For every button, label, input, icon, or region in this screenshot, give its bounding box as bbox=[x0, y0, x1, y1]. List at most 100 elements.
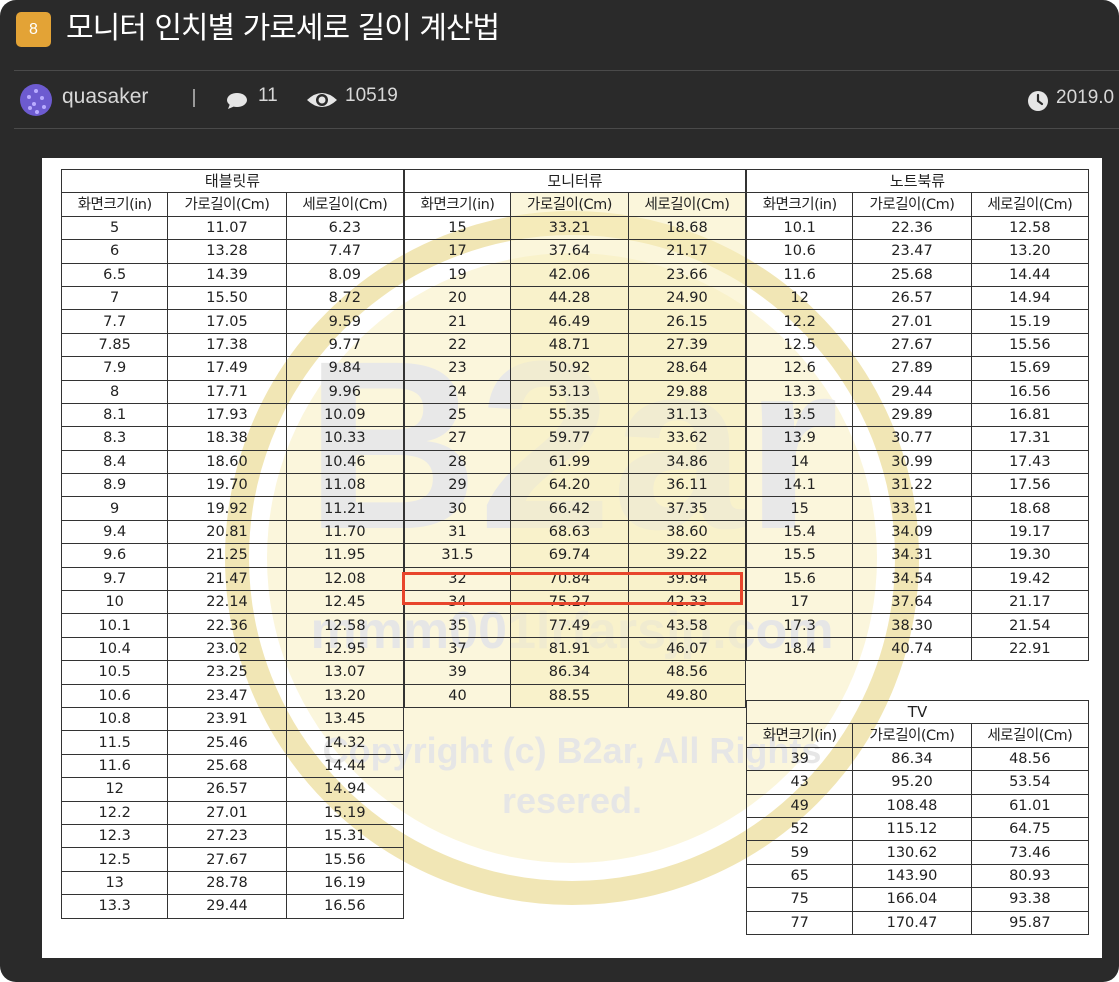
width-cm-cell: 59.77 bbox=[510, 426, 629, 451]
width-cm-cell: 27.01 bbox=[167, 800, 287, 825]
height-cm-cell: 19.30 bbox=[970, 543, 1090, 568]
table-row: 15 33.21 18.68 bbox=[404, 215, 747, 241]
screen-size-chart-image: B2ar mmm001lrfarsjp.com Copyright (c) B2… bbox=[42, 158, 1102, 958]
author-name[interactable]: quasaker bbox=[62, 85, 148, 109]
height-cm-cell: 48.56 bbox=[970, 746, 1090, 772]
table-row: 13.9 30.77 17.31 bbox=[745, 426, 1090, 451]
size-inch-cell: 14.1 bbox=[745, 473, 854, 498]
height-cm-cell: 15.31 bbox=[285, 823, 405, 849]
height-cm-cell: 28.64 bbox=[627, 356, 747, 381]
height-cm-cell: 15.69 bbox=[970, 356, 1090, 381]
size-inch-cell: 18.4 bbox=[745, 636, 854, 662]
height-cm-cell: 9.59 bbox=[285, 309, 405, 334]
size-inch-cell: 14 bbox=[745, 449, 854, 475]
size-inch-cell: 12.3 bbox=[60, 823, 169, 849]
table-row: 18.4 40.74 22.91 bbox=[745, 636, 1090, 662]
width-cm-cell: 44.28 bbox=[510, 285, 629, 311]
table-row: 6.5 14.39 8.09 bbox=[60, 262, 405, 287]
width-cm-cell: 20.81 bbox=[167, 519, 287, 545]
size-inch-cell: 11.6 bbox=[60, 753, 169, 779]
size-inch-cell: 21 bbox=[404, 309, 511, 334]
size-inch-cell: 8.1 bbox=[60, 402, 169, 428]
height-cm-cell: 93.38 bbox=[970, 887, 1090, 912]
width-cm-cell: 33.21 bbox=[510, 215, 629, 241]
width-cm-cell: 86.34 bbox=[852, 746, 972, 772]
width-cm-cell: 38.30 bbox=[852, 613, 972, 638]
post-title[interactable]: 모니터 인치별 가로세로 길이 계산법 bbox=[66, 8, 500, 50]
size-inch-cell: 13 bbox=[60, 870, 169, 896]
size-inch-cell: 20 bbox=[404, 285, 511, 311]
height-cm-cell: 39.22 bbox=[627, 543, 747, 568]
column-header: 가로길이(Cm) bbox=[167, 192, 287, 217]
size-inch-cell: 10.5 bbox=[60, 660, 169, 685]
size-inch-cell: 43 bbox=[745, 770, 854, 795]
width-cm-cell: 25.68 bbox=[852, 262, 972, 287]
size-inch-cell: 9.6 bbox=[60, 543, 169, 568]
table-row: 8.9 19.70 11.08 bbox=[60, 473, 405, 498]
height-cm-cell: 16.56 bbox=[285, 894, 405, 919]
width-cm-cell: 13.28 bbox=[167, 239, 287, 264]
table-row: 43 95.20 53.54 bbox=[745, 770, 1090, 795]
table-row: 77 170.47 95.87 bbox=[745, 910, 1090, 935]
width-cm-cell: 23.47 bbox=[852, 239, 972, 264]
size-inch-cell: 7.9 bbox=[60, 356, 169, 381]
size-inch-cell: 15 bbox=[745, 496, 854, 521]
size-inch-cell: 12.5 bbox=[60, 847, 169, 872]
height-cm-cell: 13.07 bbox=[285, 660, 405, 685]
table-row: 7.85 17.38 9.77 bbox=[60, 332, 405, 358]
height-cm-cell: 13.20 bbox=[970, 239, 1090, 264]
height-cm-cell: 49.80 bbox=[627, 683, 747, 708]
size-inch-cell: 10.8 bbox=[60, 706, 169, 732]
width-cm-cell: 17.05 bbox=[167, 309, 287, 334]
width-cm-cell: 29.89 bbox=[852, 402, 972, 428]
height-cm-cell: 14.94 bbox=[285, 777, 405, 802]
table-row: 10.4 23.02 12.95 bbox=[60, 636, 405, 662]
meta-separator bbox=[193, 89, 195, 107]
post-card: 8 모니터 인치별 가로세로 길이 계산법 quasaker 11 10519 bbox=[0, 0, 1119, 982]
table-row: 9.6 21.25 11.95 bbox=[60, 543, 405, 568]
width-cm-cell: 81.91 bbox=[510, 636, 629, 662]
width-cm-cell: 18.38 bbox=[167, 426, 287, 451]
width-cm-cell: 23.91 bbox=[167, 706, 287, 732]
table-row: 10.1 22.36 12.58 bbox=[60, 613, 405, 638]
size-inch-cell: 12.6 bbox=[745, 356, 854, 381]
table-row: 25 55.35 31.13 bbox=[404, 402, 747, 428]
table-row: 49 108.48 61.01 bbox=[745, 793, 1090, 818]
width-cm-cell: 29.44 bbox=[167, 894, 287, 919]
table-row: 23 50.92 28.64 bbox=[404, 356, 747, 381]
size-inch-cell: 6 bbox=[60, 239, 169, 264]
size-inch-cell: 40 bbox=[404, 683, 511, 708]
width-cm-cell: 64.20 bbox=[510, 473, 629, 498]
column-header: 세로길이(Cm) bbox=[970, 723, 1090, 748]
eye-icon bbox=[307, 93, 337, 107]
width-cm-cell: 34.09 bbox=[852, 519, 972, 545]
size-inch-cell: 12.2 bbox=[60, 800, 169, 825]
size-inch-cell: 22 bbox=[404, 332, 511, 358]
height-cm-cell: 15.19 bbox=[970, 309, 1090, 334]
avatar[interactable] bbox=[20, 84, 52, 116]
size-inch-cell: 12.5 bbox=[745, 332, 854, 358]
comment-bubble-icon bbox=[227, 93, 247, 109]
height-cm-cell: 14.44 bbox=[285, 753, 405, 779]
column-header: 세로길이(Cm) bbox=[285, 192, 405, 217]
width-cm-cell: 27.23 bbox=[167, 823, 287, 849]
size-inch-cell: 10.6 bbox=[745, 239, 854, 264]
column-header: 가로길이(Cm) bbox=[510, 192, 629, 217]
height-cm-cell: 14.32 bbox=[285, 730, 405, 755]
divider bbox=[14, 128, 1119, 129]
table-row: 8.3 18.38 10.33 bbox=[60, 426, 405, 451]
size-inch-cell: 5 bbox=[60, 215, 169, 241]
table-row: 39 86.34 48.56 bbox=[745, 746, 1090, 772]
size-inch-cell: 15.4 bbox=[745, 519, 854, 545]
width-cm-cell: 17.71 bbox=[167, 379, 287, 404]
height-cm-cell: 29.88 bbox=[627, 379, 747, 404]
width-cm-cell: 115.12 bbox=[852, 816, 972, 842]
table-row: 15.4 34.09 19.17 bbox=[745, 519, 1090, 545]
size-inch-cell: 65 bbox=[745, 863, 854, 889]
height-cm-cell: 21.17 bbox=[970, 590, 1090, 615]
size-inch-cell: 27 bbox=[404, 426, 511, 451]
height-cm-cell: 64.75 bbox=[970, 816, 1090, 842]
height-cm-cell: 19.42 bbox=[970, 566, 1090, 592]
comment-count: 11 bbox=[258, 85, 278, 106]
size-inch-cell: 6.5 bbox=[60, 262, 169, 287]
